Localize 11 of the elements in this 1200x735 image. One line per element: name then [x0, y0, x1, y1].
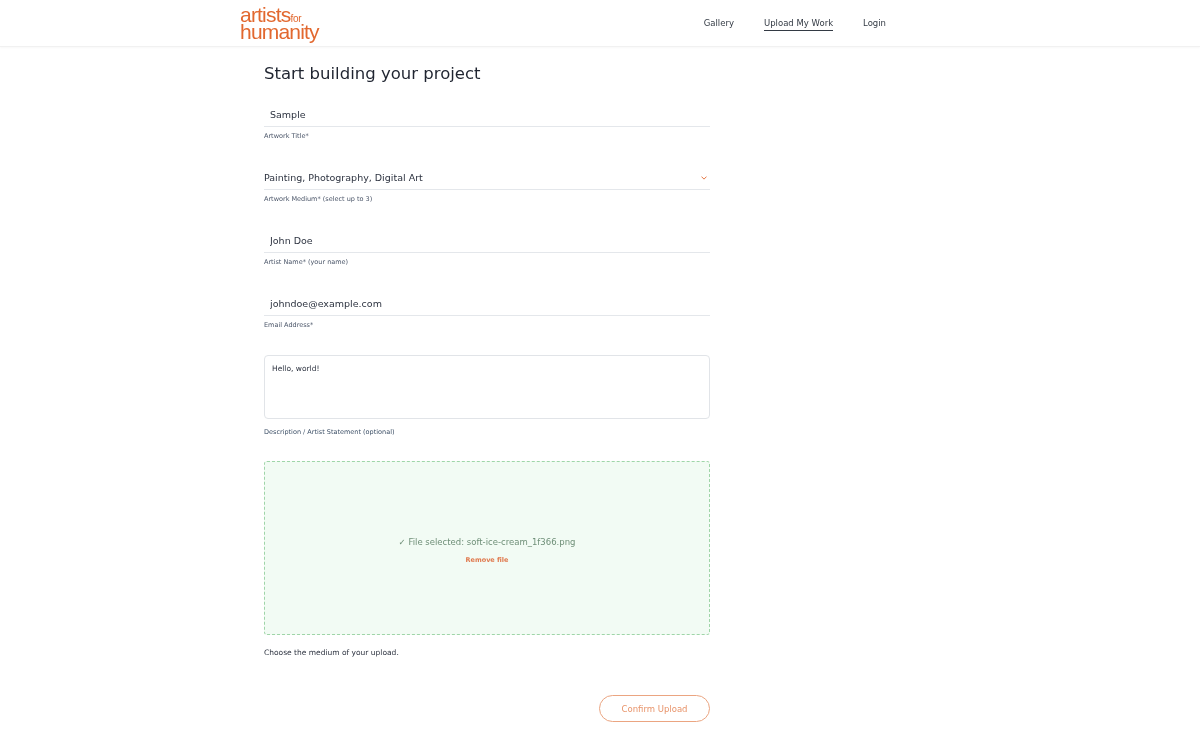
file-status-text: ✓ File selected: soft-ice-cream_1f366.png [398, 536, 576, 548]
nav-link[interactable]: Gallery [703, 17, 734, 31]
text-field[interactable]: Sample [264, 103, 710, 127]
select-field[interactable]: Painting, Photography, Digital Art [264, 166, 710, 190]
nav-link[interactable]: Upload My Work [764, 17, 834, 31]
page-title: Start building your project [264, 63, 482, 85]
text-field[interactable]: johndoe@example.com [264, 292, 710, 316]
logo[interactable]: artistsfor humanity [240, 5, 319, 41]
chevron-down-icon [701, 175, 707, 180]
text-field[interactable]: John Doe [264, 229, 710, 253]
nav-link[interactable]: Login [863, 17, 886, 31]
